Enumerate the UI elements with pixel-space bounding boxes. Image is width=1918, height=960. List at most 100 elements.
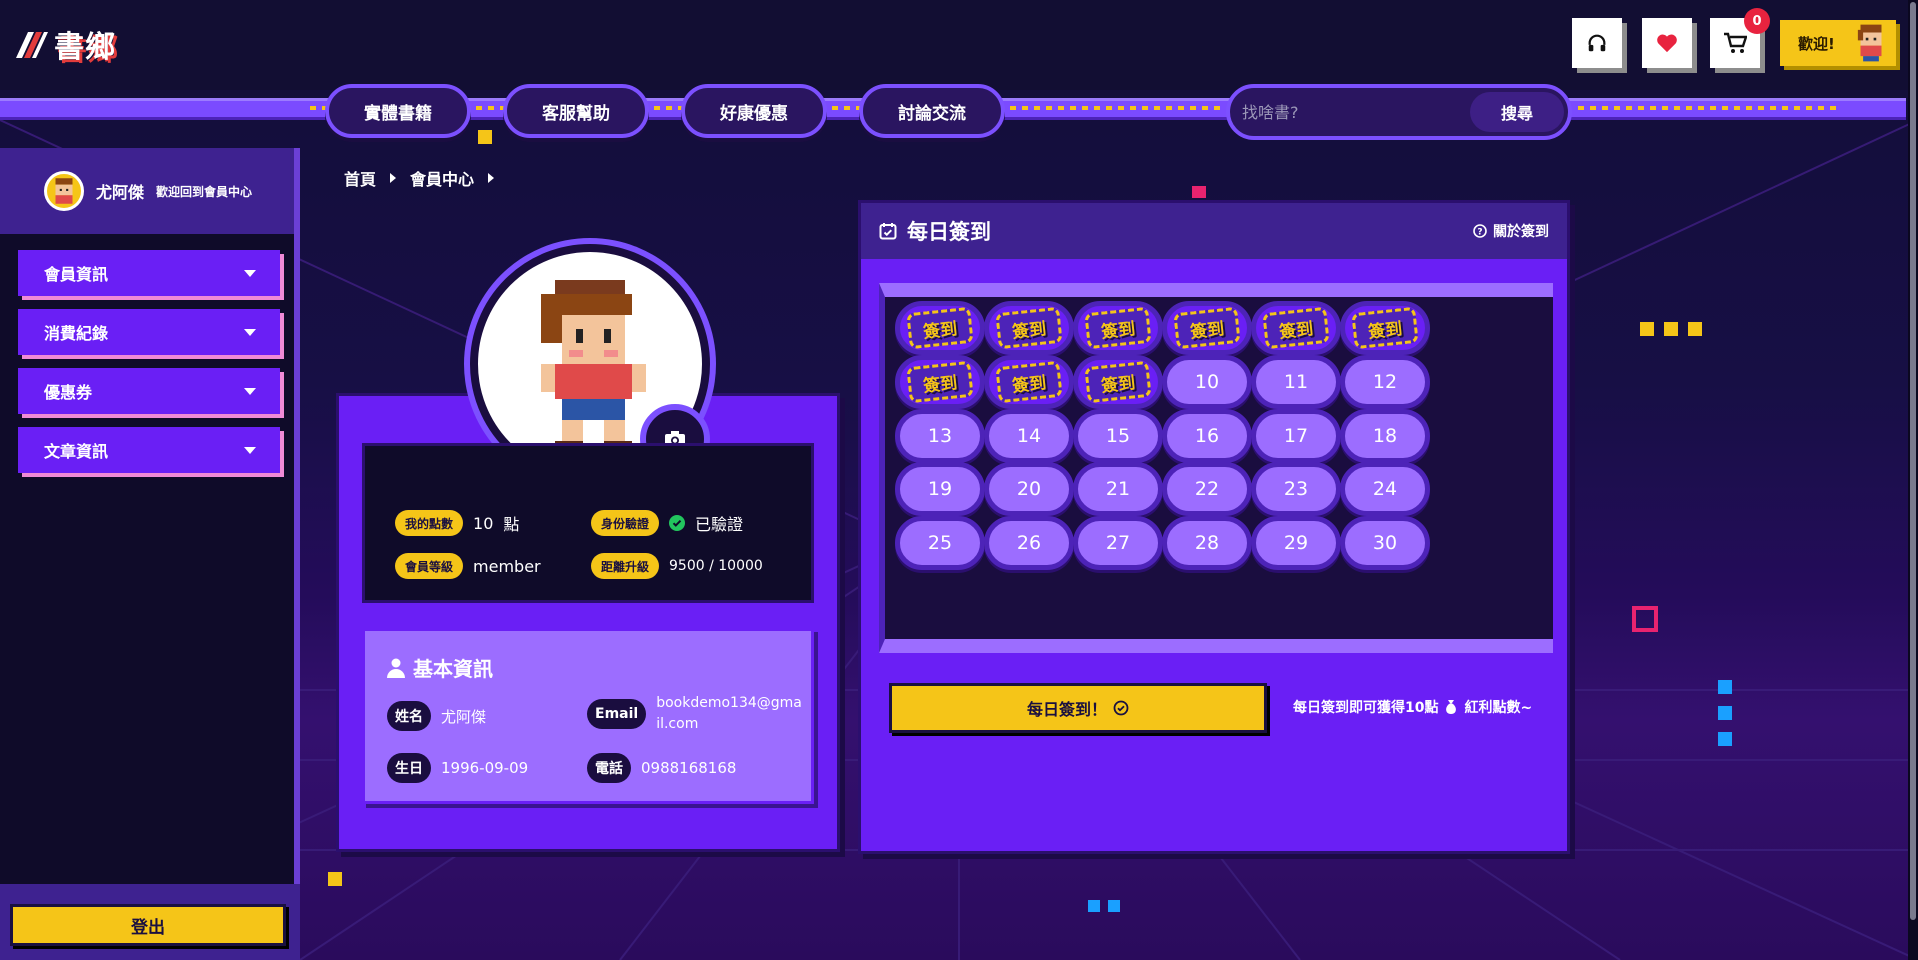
basic-info-title-text: 基本資訊: [413, 657, 493, 681]
checkin-title: 每日簽到: [879, 216, 991, 246]
nav-dash: [832, 106, 860, 110]
about-checkin-link[interactable]: ? 關於簽到: [1473, 221, 1549, 241]
calendar-day[interactable]: 18: [1340, 409, 1430, 463]
email-tag: Email: [587, 699, 647, 729]
search-input[interactable]: [1242, 102, 1470, 122]
daily-checkin-panel: 每日簽到 ? 關於簽到 簽到 簽到 簽到 簽到 簽到 簽到 簽到 簽到 簽到 10 11 12 13 14…: [858, 200, 1570, 854]
birthday-value: 1996-09-09: [441, 759, 529, 777]
calendar-day[interactable]: 22: [1162, 462, 1252, 516]
nav-books[interactable]: 實體書籍: [325, 84, 471, 138]
upgrade-stat: 距離升級 9500 / 10000: [591, 553, 763, 579]
svg-text:?: ?: [1477, 228, 1482, 238]
caret-down-icon: [244, 446, 256, 454]
check-circle-icon: [669, 515, 686, 531]
calendar-day-checked[interactable]: 簽到: [895, 355, 985, 409]
calendar-day[interactable]: 20: [984, 462, 1074, 516]
daily-checkin-button[interactable]: 每日簽到！: [889, 683, 1267, 733]
calendar-day-checked[interactable]: 簽到: [1162, 301, 1252, 355]
pixel-avatar-icon: [1857, 24, 1882, 62]
checkin-stamp: 簽到: [1173, 306, 1241, 350]
email-value-line1: bookdemo134@gma: [656, 695, 802, 711]
cart-button[interactable]: 0: [1710, 8, 1770, 68]
field-phone: 電話 0988168168: [587, 753, 736, 783]
wishlist-button[interactable]: [1642, 18, 1692, 68]
calendar-day[interactable]: 10: [1162, 355, 1252, 409]
search-bar: 搜尋: [1226, 84, 1572, 140]
field-birthday: 生日 1996-09-09: [387, 753, 528, 783]
calendar-day[interactable]: 13: [895, 409, 985, 463]
points-unit: 點: [503, 515, 520, 534]
logout-button[interactable]: 登出: [10, 904, 286, 946]
sidebar-item-purchase-history[interactable]: 消費紀錄: [18, 309, 280, 355]
site-logo[interactable]: 書鄉: [14, 24, 124, 65]
breadcrumb-home[interactable]: 首頁: [344, 166, 376, 190]
calendar-day-checked[interactable]: 簽到: [984, 301, 1074, 355]
checkin-title-text: 每日簽到: [907, 220, 991, 244]
calendar-day-checked[interactable]: 簽到: [1073, 355, 1163, 409]
sidebar-item-label: 會員資訊: [44, 265, 109, 284]
calendar-day[interactable]: 24: [1340, 462, 1430, 516]
page-scrollbar-thumb[interactable]: [1910, 2, 1916, 920]
calendar-day[interactable]: 25: [895, 516, 985, 570]
calendar-day[interactable]: 27: [1073, 516, 1163, 570]
calendar-day-checked[interactable]: 簽到: [895, 301, 985, 355]
nav-dash: [654, 106, 682, 110]
checkin-note: 每日簽到即可獲得10點 紅利點數~: [1293, 697, 1532, 717]
breadcrumb-member-center[interactable]: 會員中心: [410, 166, 474, 190]
search-button[interactable]: 搜尋: [1470, 92, 1564, 132]
calendar-day[interactable]: 16: [1162, 409, 1252, 463]
basic-info-box: 基本資訊 姓名 尤阿傑 Email bookdemo134@gma il.com…: [362, 628, 814, 804]
sidebar-item-articles[interactable]: 文章資訊: [18, 427, 280, 473]
sidebar-item-member-info[interactable]: 會員資訊: [18, 250, 280, 296]
cart-count-badge: 0: [1744, 8, 1770, 34]
sidebar-item-coupons[interactable]: 優惠券: [18, 368, 280, 414]
calendar-day[interactable]: 30: [1340, 516, 1430, 570]
calendar-day[interactable]: 29: [1251, 516, 1341, 570]
nav-deals[interactable]: 好康優惠: [681, 84, 827, 138]
verify-tag: 身份驗證: [591, 510, 660, 536]
name-value: 尤阿傑: [441, 707, 487, 726]
book-logo-icon: [14, 26, 50, 62]
sidebar-item-label: 文章資訊: [44, 442, 109, 461]
calendar-day-checked[interactable]: 簽到: [1073, 301, 1163, 355]
nav-forum[interactable]: 討論交流: [859, 84, 1005, 138]
calendar-day[interactable]: 26: [984, 516, 1074, 570]
top-header: [0, 0, 1918, 90]
calendar-day-checked[interactable]: 簽到: [1340, 301, 1430, 355]
points-tag: 我的點數: [395, 510, 464, 536]
calendar-day[interactable]: 19: [895, 462, 985, 516]
calendar-check-icon: [879, 223, 897, 240]
checkin-stamp: 簽到: [1351, 306, 1419, 350]
check-circle-outline-icon: [1113, 700, 1129, 716]
phone-tag: 電話: [587, 753, 631, 783]
user-icon: [387, 658, 405, 678]
calendar-day[interactable]: 15: [1073, 409, 1163, 463]
breadcrumb: 首頁 會員中心: [344, 166, 495, 190]
birthday-tag: 生日: [387, 753, 431, 783]
support-button[interactable]: [1572, 18, 1622, 68]
member-stats-box: 我的點數 10 點 身份驗證 已驗證 會員等級 member 距離升級 9500…: [362, 443, 814, 603]
calendar-day[interactable]: 17: [1251, 409, 1341, 463]
nav-dash: [1578, 106, 1838, 110]
welcome-user-button[interactable]: 歡迎!: [1780, 20, 1896, 66]
email-value: bookdemo134@gma il.com: [656, 693, 802, 735]
nav-support[interactable]: 客服幫助: [503, 84, 649, 138]
level-tag: 會員等級: [395, 553, 464, 579]
calendar-day-checked[interactable]: 簽到: [1251, 301, 1341, 355]
checkin-stamp: 簽到: [1084, 306, 1152, 350]
verify-value: 已驗證: [695, 515, 744, 534]
nav-dash: [1010, 106, 1220, 110]
calendar-day[interactable]: 21: [1073, 462, 1163, 516]
calendar-day-checked[interactable]: 簽到: [984, 355, 1074, 409]
calendar-day[interactable]: 11: [1251, 355, 1341, 409]
calendar-day[interactable]: 23: [1251, 462, 1341, 516]
calendar-day[interactable]: 12: [1340, 355, 1430, 409]
email-value-line2: il.com: [656, 716, 699, 732]
sidebar-item-label: 消費紀錄: [44, 324, 109, 343]
calendar-day[interactable]: 28: [1162, 516, 1252, 570]
calendar-day[interactable]: 14: [984, 409, 1074, 463]
checkin-calendar: 簽到 簽到 簽到 簽到 簽到 簽到 簽到 簽到 簽到 10 11 12 13 14 15 16 17 18 19 20…: [879, 283, 1553, 653]
checkin-button-label: 每日簽到！: [1026, 700, 1107, 719]
sidebar-user-header: 尤阿傑 歡迎回到會員中心: [0, 148, 294, 234]
sidebar-item-label: 優惠券: [44, 383, 93, 402]
